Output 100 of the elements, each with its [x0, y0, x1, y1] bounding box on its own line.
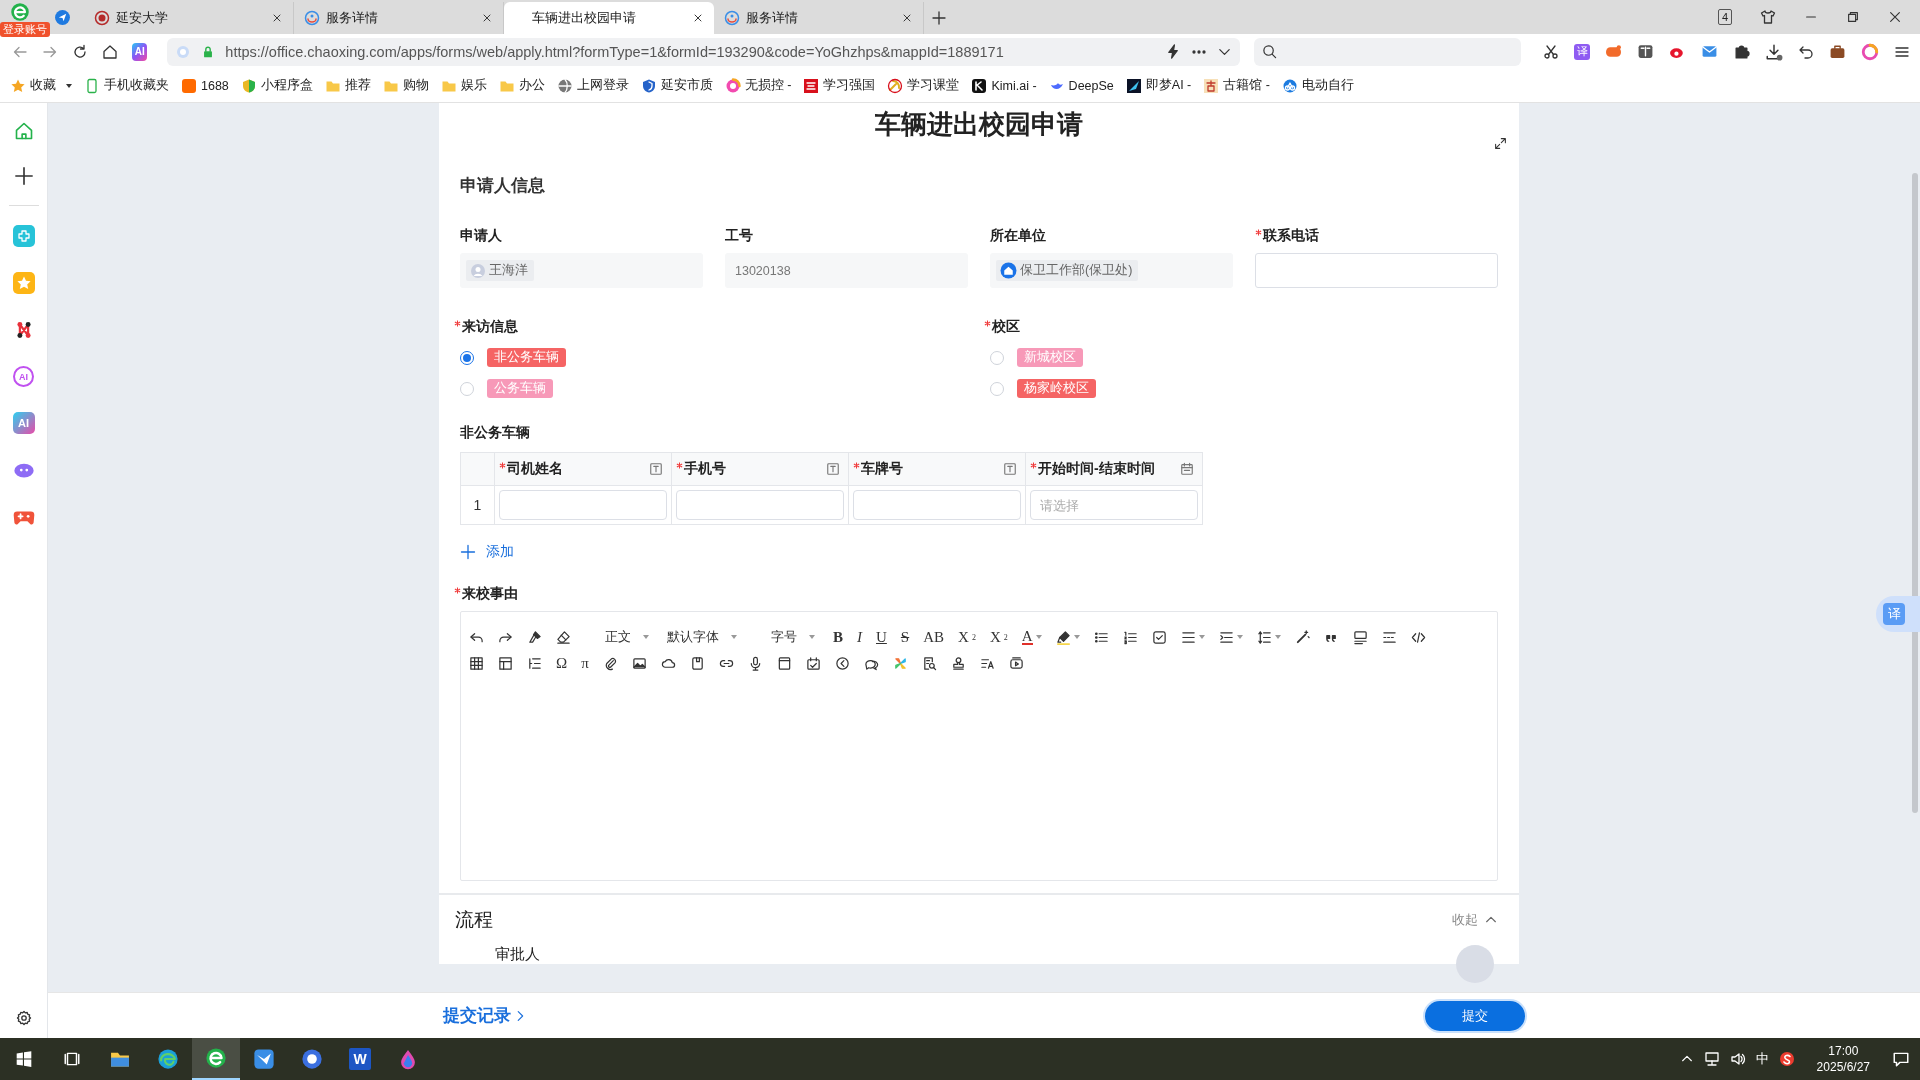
task-view-icon[interactable]	[63, 1050, 81, 1068]
outline-icon[interactable]	[527, 655, 542, 671]
edge-icon[interactable]	[157, 1048, 179, 1070]
italic-button[interactable]: I	[857, 628, 862, 646]
bookmark[interactable]: 娱乐	[440, 77, 487, 94]
shirt-icon[interactable]	[1760, 9, 1776, 25]
sogou-icon[interactable]	[1778, 1051, 1795, 1067]
bookmark[interactable]: 古籍馆 -	[1203, 77, 1270, 94]
numbered-list-icon[interactable]	[1122, 629, 1138, 645]
book-extension-icon[interactable]	[1637, 43, 1654, 60]
close-icon[interactable]	[692, 12, 704, 24]
scrollbar[interactable]	[1912, 173, 1918, 813]
download-icon[interactable]	[1765, 42, 1783, 61]
plus-icon[interactable]	[13, 166, 34, 186]
paint-brush-icon[interactable]	[527, 629, 542, 645]
browser-tab[interactable]: 车辆进出校园申请	[504, 2, 714, 34]
tab-count[interactable]: 4	[1718, 9, 1732, 25]
bookmark[interactable]: 即梦AI -	[1125, 77, 1192, 94]
close-icon[interactable]	[901, 12, 913, 24]
new-tab-icon[interactable]	[931, 10, 947, 26]
settings-icon[interactable]	[15, 1010, 32, 1026]
collapse-button[interactable]: 收起	[1452, 911, 1498, 929]
checkbox-icon[interactable]	[1151, 629, 1167, 645]
format-button[interactable]: Ω	[556, 654, 568, 672]
windows-icon[interactable]	[15, 1050, 33, 1068]
submit-button[interactable]: 提交	[1425, 1000, 1525, 1031]
date-range-field[interactable]: 请选择	[1030, 490, 1198, 520]
image-icon[interactable]	[631, 655, 647, 671]
puzzle-icon[interactable]	[1733, 43, 1750, 60]
notification-icon[interactable]	[1892, 1050, 1910, 1068]
format-dropdown[interactable]: 字号	[751, 628, 819, 646]
address-bar[interactable]: https://office.chaoxing.com/apps/forms/web/apply.html?formType=1&formId=193290&code=YoGhzhps&mappId=1889171	[167, 37, 1241, 66]
strikethrough-button[interactable]: S	[900, 628, 910, 646]
input-method-indicator[interactable]: 中	[1755, 1050, 1769, 1068]
restore-icon[interactable]	[1846, 10, 1860, 24]
word-app-icon[interactable]: W	[349, 1048, 371, 1070]
bookmark[interactable]: 手机收藏夹	[84, 77, 169, 94]
layout-icon[interactable]	[498, 655, 513, 671]
bookmark[interactable]: 无损控 -	[724, 77, 792, 94]
bird-app-icon[interactable]	[253, 1048, 275, 1070]
table-input-field[interactable]	[676, 490, 844, 520]
scissors-icon[interactable]	[1543, 43, 1559, 60]
indent-icon[interactable]	[1218, 629, 1234, 645]
code-icon[interactable]	[1410, 629, 1426, 645]
briefcase-icon[interactable]	[1829, 43, 1846, 60]
table-icon[interactable]	[469, 655, 484, 671]
bookmark[interactable]: 小程序盒	[240, 77, 313, 94]
reload-icon[interactable]	[72, 43, 88, 60]
bookmark[interactable]: 购物	[382, 77, 429, 94]
circle-app-icon[interactable]	[301, 1048, 323, 1070]
format-button[interactable]: AB	[923, 628, 945, 646]
bookmark[interactable]: 电动自行	[1281, 77, 1354, 94]
close-icon[interactable]	[1888, 10, 1902, 24]
bookmark[interactable]: 推荐	[324, 77, 371, 94]
close-icon[interactable]	[271, 12, 283, 24]
home-icon[interactable]	[102, 43, 118, 60]
network-icon[interactable]	[1703, 1051, 1720, 1067]
bookmark[interactable]: 延安市质	[640, 77, 713, 94]
login-badge[interactable]: 登录账号	[0, 22, 50, 37]
calendar-icon[interactable]	[805, 655, 821, 671]
colorful-ring-icon[interactable]	[1861, 42, 1879, 61]
format-dropdown[interactable]: 正文	[585, 628, 653, 646]
phone-field[interactable]	[1255, 253, 1498, 288]
add-row-button[interactable]: 添加	[460, 543, 514, 561]
horizontal-rule-icon[interactable]	[1381, 629, 1397, 645]
format-dropdown[interactable]: 默认字体	[667, 628, 737, 646]
bookmark[interactable]: 学习课堂	[887, 77, 960, 94]
ai-button[interactable]: AI	[132, 42, 148, 61]
radio-button[interactable]	[460, 350, 474, 365]
bookmark[interactable]: 1688	[181, 77, 229, 94]
file-icon[interactable]	[689, 655, 705, 671]
star-tile-icon[interactable]	[12, 272, 35, 294]
bullet-list-icon[interactable]	[1093, 629, 1109, 645]
bold-button[interactable]: B	[833, 628, 843, 646]
format-button[interactable]: π	[581, 654, 589, 672]
video-icon[interactable]	[1008, 655, 1024, 671]
bookmark[interactable]: Kimi.ai -	[971, 77, 1037, 94]
clock[interactable]: 17:00 2025/6/27	[1816, 1043, 1870, 1075]
bookmark[interactable]: DeepSe	[1048, 77, 1114, 94]
bookmark[interactable]: 办公	[498, 77, 545, 94]
search-field[interactable]	[1254, 37, 1521, 66]
expand-icon[interactable]	[1494, 137, 1507, 150]
underline-button[interactable]: U	[876, 628, 887, 646]
bookmark[interactable]: 上网登录	[556, 77, 629, 94]
stamp-icon[interactable]	[950, 655, 966, 671]
font-color-button[interactable]: A	[1021, 629, 1042, 645]
ai-ring-icon[interactable]: AI	[13, 366, 34, 387]
volume-icon[interactable]	[1729, 1051, 1746, 1067]
line-height-icon[interactable]	[1256, 629, 1272, 645]
bookmark[interactable]: 学习强国	[803, 77, 876, 94]
bookmark[interactable]: 收藏	[10, 77, 72, 94]
document-search-icon[interactable]	[921, 655, 937, 671]
paper-plane-icon[interactable]	[53, 8, 71, 26]
align-icon[interactable]	[1180, 629, 1196, 645]
browser-logo-icon[interactable]	[205, 1047, 227, 1069]
table-input-field[interactable]	[853, 490, 1021, 520]
eraser-icon[interactable]	[556, 629, 571, 645]
submit-history-link[interactable]: 提交记录	[443, 1004, 527, 1027]
mail-icon[interactable]	[1701, 43, 1718, 60]
game-extension-icon[interactable]	[1605, 43, 1622, 60]
